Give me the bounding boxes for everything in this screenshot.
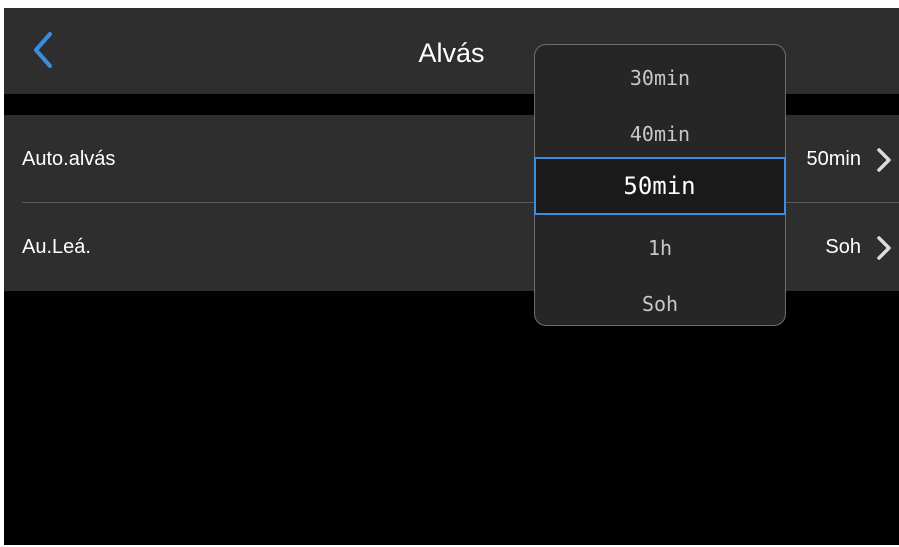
setting-value: Soh (825, 236, 861, 258)
picker-option[interactable]: 1h (535, 233, 785, 263)
time-picker-dropdown[interactable]: 30min 40min 50min 1h Soh (533, 44, 786, 326)
chevron-right-icon (877, 236, 891, 260)
chevron-right-icon (877, 148, 891, 172)
setting-label: Au.Leá. (22, 236, 91, 258)
picker-option[interactable]: 30min (535, 63, 785, 93)
app-screen: Alvás Auto.alvás 50min Au.Leá. Soh 30min… (4, 8, 899, 545)
setting-label: Auto.alvás (22, 148, 116, 170)
picker-option[interactable]: Soh (535, 289, 785, 319)
picker-option-selected[interactable]: 50min (533, 157, 786, 215)
picker-option[interactable]: 40min (535, 119, 785, 149)
setting-value: 50min (806, 148, 861, 170)
